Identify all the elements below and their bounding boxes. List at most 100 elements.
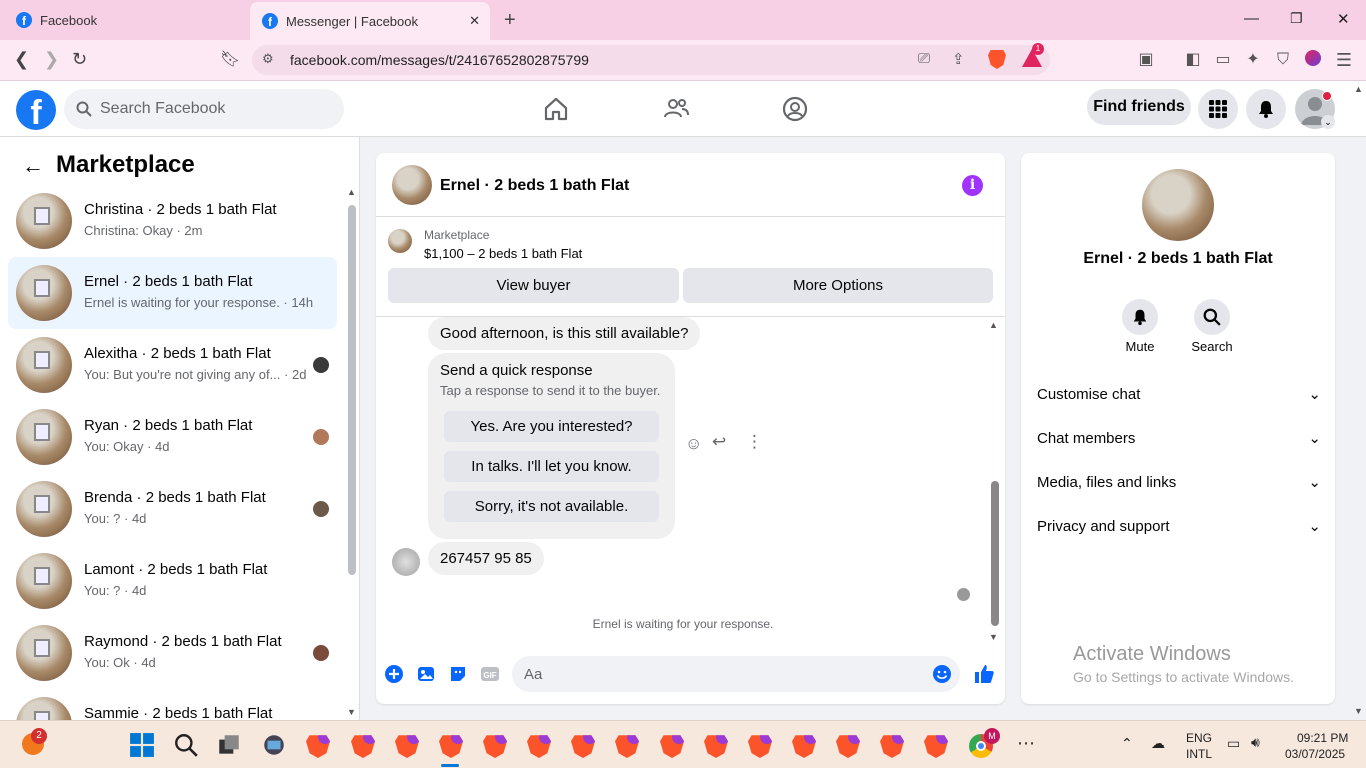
brave-browser-icon[interactable] <box>306 732 332 758</box>
chevron-down-icon[interactable]: ⌄ <box>1321 115 1335 129</box>
info-icon[interactable]: i <box>962 175 983 196</box>
message-input[interactable]: Aa <box>512 656 960 692</box>
page-scroll-up-icon[interactable]: ▲ <box>1354 84 1363 94</box>
brave-browser-icon[interactable] <box>483 732 509 758</box>
friends-icon[interactable] <box>662 95 690 123</box>
leo-ai-icon[interactable]: ✦ <box>1243 50 1263 70</box>
tab-facebook[interactable]: f Facebook <box>4 0 248 40</box>
more-actions-icon[interactable]: ⋮ <box>746 432 763 452</box>
clock-date[interactable]: 03/07/2025 <box>1285 747 1345 761</box>
brave-browser-icon[interactable] <box>792 732 818 758</box>
vpn-icon[interactable]: ⛉ <box>1273 50 1293 70</box>
back-icon[interactable]: ❮ <box>14 49 29 70</box>
bookmark-icon[interactable]: 🔖︎ <box>220 49 240 69</box>
show-hidden-icons-chevron-icon[interactable]: ⌃ <box>1121 735 1133 752</box>
tab-messenger[interactable]: f Messenger | Facebook ✕ <box>250 2 490 40</box>
notifications-button[interactable] <box>1246 89 1286 129</box>
close-tab-icon[interactable]: ✕ <box>469 13 480 29</box>
conversation-item[interactable]: Brenda · 2 beds 1 bath Flat You: ? · 4d <box>8 473 337 545</box>
language-code[interactable]: ENG <box>1186 731 1212 745</box>
mute-button[interactable] <box>1122 299 1158 335</box>
brave-browser-icon[interactable] <box>660 732 686 758</box>
react-emoji-icon[interactable]: ☺ <box>685 434 702 454</box>
site-settings-icon[interactable]: ⚙ <box>262 51 274 67</box>
facebook-logo-icon[interactable]: f <box>16 90 56 130</box>
scrollbar-thumb[interactable] <box>348 205 356 575</box>
brave-browser-icon[interactable] <box>527 732 553 758</box>
menu-button[interactable] <box>1198 89 1238 129</box>
wallet-icon[interactable]: ▭ <box>1213 50 1233 70</box>
section-customise-chat[interactable]: Customise chat ⌄ <box>1037 383 1321 405</box>
search-icon[interactable] <box>173 732 199 758</box>
reload-icon[interactable]: ↻ <box>72 49 87 70</box>
cast-icon[interactable]: ⎚ <box>918 50 930 67</box>
network-offline-icon[interactable]: ☁ <box>1151 735 1165 752</box>
forward-icon[interactable]: ❯ <box>44 49 59 70</box>
reader-mode-icon[interactable]: ▣ <box>1136 50 1156 70</box>
emoji-icon[interactable] <box>932 664 952 684</box>
brave-browser-icon[interactable] <box>615 732 641 758</box>
brave-shields-icon[interactable] <box>988 50 1006 69</box>
display-icon[interactable]: ▭ <box>1227 735 1240 752</box>
new-tab-icon[interactable]: + <box>504 9 516 32</box>
chat-avatar[interactable] <box>392 165 432 205</box>
minimize-icon[interactable]: — <box>1244 10 1259 27</box>
back-arrow-icon[interactable]: ← <box>22 153 44 179</box>
reply-icon[interactable]: ↩ <box>712 432 726 452</box>
find-friends-button[interactable]: Find friends <box>1087 89 1191 125</box>
brave-browser-icon[interactable] <box>836 732 862 758</box>
quick-reply-button[interactable]: Yes. Are you interested? <box>444 411 659 442</box>
close-window-icon[interactable]: ✕ <box>1337 10 1350 28</box>
section-media-files-links[interactable]: Media, files and links ⌄ <box>1037 471 1321 493</box>
search-conversation-button[interactable] <box>1194 299 1230 335</box>
scrollbar-thumb[interactable] <box>991 481 999 626</box>
task-view-icon[interactable] <box>216 732 242 758</box>
conversation-item[interactable]: Raymond · 2 beds 1 bath Flat You: Ok · 4… <box>8 617 337 689</box>
scroll-down-icon[interactable]: ▼ <box>989 632 998 642</box>
volume-icon[interactable]: 🔊︎ <box>1251 734 1260 751</box>
address-bar[interactable]: ⚙ facebook.com/messages/t/24167652802875… <box>252 43 1050 75</box>
brave-browser-icon-active[interactable] <box>439 732 465 758</box>
scroll-up-icon[interactable]: ▲ <box>347 187 356 197</box>
conversation-item-selected[interactable]: Ernel · 2 beds 1 bath Flat Ernel is wait… <box>8 257 337 329</box>
brave-browser-icon[interactable] <box>395 732 421 758</box>
keyboard-layout[interactable]: INTL <box>1186 747 1212 761</box>
brave-browser-icon[interactable] <box>704 732 730 758</box>
profile-icon[interactable] <box>1303 50 1323 70</box>
chat-title[interactable]: Ernel · 2 beds 1 bath Flat <box>440 177 629 195</box>
conversation-item[interactable]: Lamont · 2 beds 1 bath Flat You: ? · 4d <box>8 545 337 617</box>
conversation-item[interactable]: Ryan · 2 beds 1 bath Flat You: Okay · 4d <box>8 401 337 473</box>
photo-icon[interactable] <box>416 664 436 684</box>
section-chat-members[interactable]: Chat members ⌄ <box>1037 427 1321 449</box>
page-scroll-down-icon[interactable]: ▼ <box>1354 706 1363 716</box>
home-icon[interactable] <box>542 95 570 123</box>
app-icon[interactable] <box>261 732 287 758</box>
quick-reply-button[interactable]: In talks. I'll let you know. <box>444 451 659 482</box>
scroll-down-icon[interactable]: ▼ <box>347 707 356 717</box>
quick-reply-button[interactable]: Sorry, it's not available. <box>444 491 659 522</box>
sticker-icon[interactable] <box>448 664 468 684</box>
sidebar-icon[interactable]: ◧ <box>1183 50 1203 70</box>
section-privacy-support[interactable]: Privacy and support ⌄ <box>1037 515 1321 537</box>
conversation-item[interactable]: Christina · 2 beds 1 bath Flat Christina… <box>8 185 337 257</box>
clock-time[interactable]: 09:21 PM <box>1297 731 1348 745</box>
menu-icon[interactable]: ☰ <box>1334 50 1354 70</box>
view-buyer-button[interactable]: View buyer <box>388 268 679 303</box>
thumbs-up-icon[interactable] <box>973 663 995 685</box>
groups-icon[interactable] <box>781 95 809 123</box>
conversation-item[interactable]: Alexitha · 2 beds 1 bath Flat You: But y… <box>8 329 337 401</box>
maximize-icon[interactable]: ❐ <box>1290 10 1303 27</box>
profile-avatar[interactable] <box>1142 169 1214 241</box>
brave-browser-icon[interactable] <box>924 732 950 758</box>
brave-browser-icon[interactable] <box>351 732 377 758</box>
add-icon[interactable] <box>384 664 404 684</box>
brave-browser-icon[interactable] <box>748 732 774 758</box>
search-input[interactable]: Search Facebook <box>64 89 344 129</box>
conversation-item[interactable]: Sammie · 2 beds 1 bath Flat <box>8 689 337 720</box>
gif-icon[interactable]: GIF <box>480 664 500 684</box>
scroll-up-icon[interactable]: ▲ <box>989 320 998 330</box>
more-apps-icon[interactable]: ⋯ <box>1017 733 1035 754</box>
brave-browser-icon[interactable] <box>571 732 597 758</box>
share-icon[interactable]: ⇪ <box>952 50 965 68</box>
brave-browser-icon[interactable] <box>880 732 906 758</box>
